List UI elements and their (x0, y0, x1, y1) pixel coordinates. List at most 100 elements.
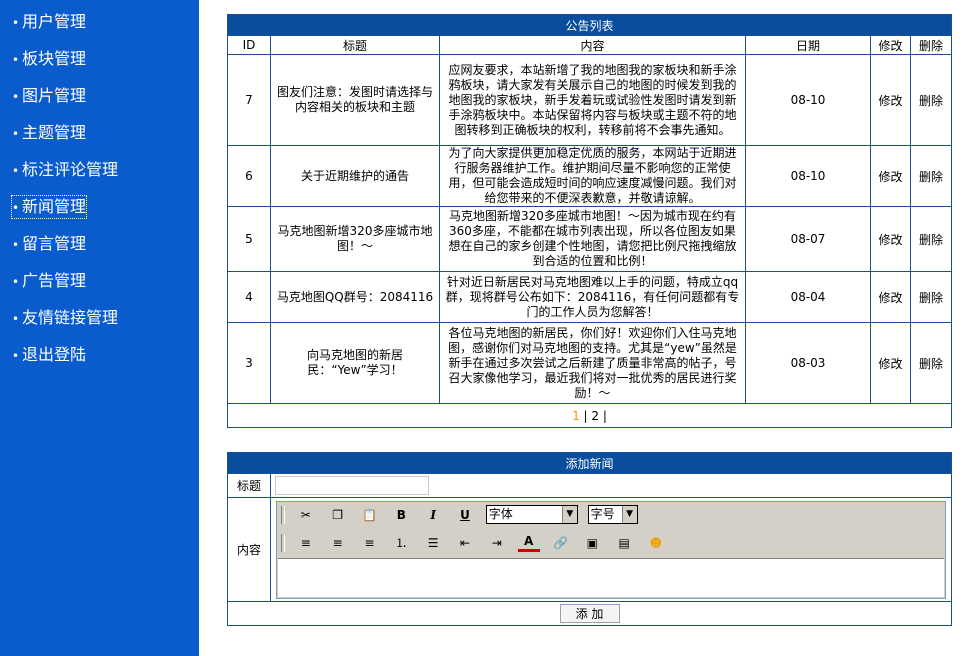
copy-icon[interactable]: ❐ (327, 505, 349, 525)
announcement-title-row: 公告列表 (226, 14, 953, 36)
sidebar-item-label: 退出登陆 (22, 345, 87, 364)
font-select-value: 字体 (488, 507, 513, 521)
cut-icon[interactable]: ✂ (295, 505, 317, 525)
editor-text-area[interactable] (278, 557, 944, 597)
font-size-select[interactable]: 字号 ▼ (587, 505, 638, 524)
edit-link[interactable]: 修改 (870, 322, 911, 404)
delete-link[interactable]: 删除 (909, 54, 953, 146)
header-row: ID 标题 内容 日期 修改 删除 (227, 35, 953, 55)
edit-link[interactable]: 修改 (870, 54, 911, 146)
content-field-label: 内容 (227, 497, 271, 602)
pager-separator: | (602, 408, 607, 423)
toolbar-row-1: ✂ ❐ 📋 B I U 字体 ▼ 字号 ▼ (281, 505, 644, 531)
row-title: 关于近期维护的通告 (270, 145, 440, 207)
delete-link[interactable]: 删除 (909, 206, 953, 272)
unordered-list-icon[interactable]: ☰ (422, 533, 444, 553)
align-left-icon[interactable]: ≡ (295, 533, 317, 553)
sidebar-item-messages[interactable]: • 留言管理 (12, 233, 86, 255)
outdent-icon[interactable]: ⇤ (454, 533, 476, 553)
title-input[interactable] (275, 476, 429, 495)
row-title: 图友们注意：发图时请选择与内容相关的板块和主题 (270, 54, 440, 146)
add-news-title: 添加新闻 (226, 452, 953, 474)
paste-icon[interactable]: 📋 (358, 505, 380, 525)
rich-text-editor: ✂ ❐ 📋 B I U 字体 ▼ 字号 ▼ ≡ ≡ ≡ ⒈ ☰ ⇤ ⇥ A 🔗 … (276, 500, 946, 599)
sidebar-item-news[interactable]: • 新闻管理 (10, 195, 88, 219)
column-header-title: 标题 (270, 35, 440, 55)
image-icon[interactable]: ▣ (581, 533, 603, 553)
row-date: 08-10 (745, 145, 871, 207)
bullet-icon: • (12, 312, 20, 326)
sidebar-item-label: 板块管理 (22, 49, 87, 68)
sidebar-item-topics[interactable]: • 主题管理 (12, 122, 86, 144)
sidebar-item-users[interactable]: • 用户管理 (12, 11, 86, 33)
bold-icon[interactable]: B (390, 505, 412, 525)
table-row: 5 马克地图新增320多座城市地图！～ 马克地图新增320多座城市地图！～因为城… (227, 206, 953, 272)
sidebar-item-friend-links[interactable]: • 友情链接管理 (12, 307, 118, 329)
sidebar-item-logout[interactable]: • 退出登陆 (12, 344, 86, 366)
font-size-select-value: 字号 (590, 507, 615, 521)
italic-icon[interactable]: I (422, 505, 444, 525)
toolbar-row-2: ≡ ≡ ≡ ⒈ ☰ ⇤ ⇥ A 🔗 ▣ ▤ ☻ (281, 533, 673, 559)
row-title: 马克地图QQ群号：2084116 (270, 271, 440, 323)
edit-link[interactable]: 修改 (870, 271, 911, 323)
page-link-2[interactable]: 2 (591, 409, 599, 423)
title-field-label: 标题 (227, 473, 271, 498)
row-title: 向马克地图的新居民：“Yew”学习！ (270, 322, 440, 404)
bullet-icon: • (12, 238, 20, 252)
page-link-current[interactable]: 1 (572, 409, 580, 423)
column-header-delete: 删除 (909, 35, 953, 55)
sidebar-item-ads[interactable]: • 广告管理 (12, 270, 86, 292)
sidebar-item-label: 留言管理 (22, 234, 87, 253)
row-id: 7 (227, 54, 271, 146)
sidebar-item-label: 新闻管理 (22, 197, 87, 216)
row-id: 6 (227, 145, 271, 207)
edit-link[interactable]: 修改 (870, 206, 911, 272)
link-icon[interactable]: 🔗 (549, 533, 571, 553)
sidebar-item-annotation-comments[interactable]: • 标注评论管理 (12, 159, 118, 181)
add-news-button[interactable]: 添 加 (559, 604, 620, 623)
emoticon-icon[interactable]: ☻ (645, 533, 667, 553)
sidebar-item-label: 用户管理 (22, 12, 87, 31)
sidebar-item-images[interactable]: • 图片管理 (12, 85, 86, 107)
bullet-icon: • (12, 201, 20, 215)
chevron-down-icon: ▼ (561, 506, 577, 523)
column-header-id: ID (227, 35, 271, 55)
column-header-content: 内容 (439, 35, 746, 55)
row-date: 08-04 (745, 271, 871, 323)
content-field-row: 内容 ✂ ❐ 📋 B I U 字体 ▼ 字号 ▼ ≡ ≡ ≡ ⒈ ☰ ⇤ ⇥ A… (227, 497, 953, 602)
title-field-cell (269, 473, 953, 498)
row-content: 各位马克地图的新居民，你们好！欢迎你们入住马克地图，感谢你们对马克地图的支持。尤… (439, 322, 746, 404)
table-row: 3 向马克地图的新居民：“Yew”学习！ 各位马克地图的新居民，你们好！欢迎你们… (227, 322, 953, 404)
row-content: 为了向大家提供更加稳定优质的服务，本网站于近期进行服务器维护工作。维护期间尽量不… (439, 145, 746, 207)
ordered-list-icon[interactable]: ⒈ (390, 533, 412, 553)
row-title: 马克地图新增320多座城市地图！～ (270, 206, 440, 272)
row-content: 马克地图新增320多座城市地图！～因为城市现在约有360多座，不能都在城市列表出… (439, 206, 746, 272)
edit-link[interactable]: 修改 (870, 145, 911, 207)
align-center-icon[interactable]: ≡ (327, 533, 349, 553)
chevron-down-icon: ▼ (621, 506, 637, 523)
announcement-table: 公告列表 ID 标题 内容 日期 修改 删除 7 图友们注意：发图时请选择与内容… (226, 14, 953, 428)
delete-link[interactable]: 删除 (909, 271, 953, 323)
font-select[interactable]: 字体 ▼ (485, 505, 578, 524)
indent-icon[interactable]: ⇥ (486, 533, 508, 553)
toolbar-separator (281, 533, 285, 552)
column-header-edit: 修改 (870, 35, 911, 55)
submit-row: 添 加 (226, 601, 953, 626)
bullet-icon: • (12, 53, 20, 67)
sidebar-item-boards[interactable]: • 板块管理 (12, 48, 86, 70)
row-date: 08-03 (745, 322, 871, 404)
bullet-icon: • (12, 16, 20, 30)
toolbar-separator (281, 505, 285, 524)
sidebar-item-label: 友情链接管理 (22, 308, 119, 327)
editor-cell: ✂ ❐ 📋 B I U 字体 ▼ 字号 ▼ ≡ ≡ ≡ ⒈ ☰ ⇤ ⇥ A 🔗 … (269, 497, 953, 602)
font-color-icon[interactable]: A (517, 533, 540, 552)
title-field-row: 标题 (227, 473, 953, 498)
bullet-icon: • (12, 164, 20, 178)
underline-icon[interactable]: U (454, 505, 476, 525)
delete-link[interactable]: 删除 (909, 145, 953, 207)
sidebar: • 用户管理 • 板块管理 • 图片管理 • 主题管理 • 标注评论管理 • 新闻管理 • 留… (0, 0, 199, 656)
delete-link[interactable]: 删除 (909, 322, 953, 404)
align-right-icon[interactable]: ≡ (358, 533, 380, 553)
pager: 1 | 2 | (226, 403, 953, 428)
horizontal-rule-icon[interactable]: ▤ (613, 533, 635, 553)
